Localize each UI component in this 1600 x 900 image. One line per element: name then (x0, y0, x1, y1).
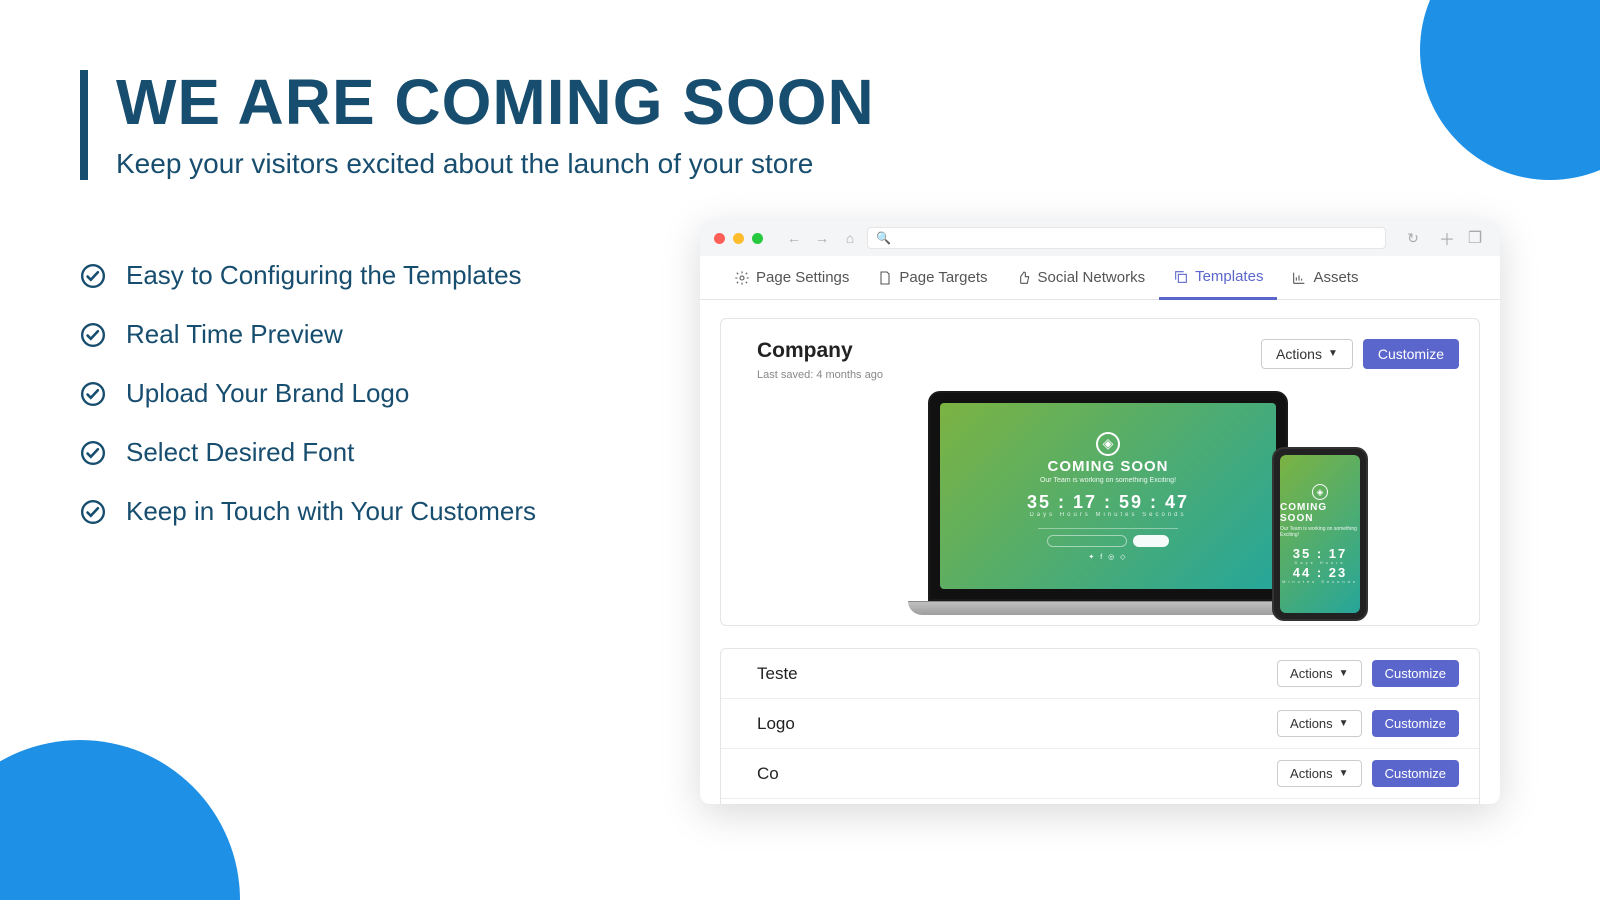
table-row: Teste Actions▼ Customize (721, 649, 1479, 699)
actions-dropdown[interactable]: Actions▼ (1277, 760, 1362, 787)
check-circle-icon (80, 499, 106, 525)
tabs-overview-button[interactable]: ❐ (1464, 227, 1486, 249)
chevron-down-icon: ▼ (1339, 719, 1349, 729)
feature-text: Select Desired Font (126, 437, 354, 468)
preview-countdown: 44 : 23 (1293, 565, 1347, 580)
chevron-down-icon: ▼ (1339, 769, 1349, 779)
tab-page-settings[interactable]: Page Settings (720, 256, 863, 299)
laptop-mockup: ◈ COMING SOON Our Team is working on som… (928, 391, 1288, 615)
chevron-down-icon: ▼ (1339, 669, 1349, 679)
actions-label: Actions (1276, 347, 1322, 361)
preview-countdown-labels: Days Hours Minutes Seconds (1029, 512, 1186, 518)
tab-label: Templates (1195, 268, 1263, 285)
preview-countdown: 35 : 17 : 59 : 47 (1027, 492, 1189, 513)
customize-button[interactable]: Customize (1372, 660, 1459, 687)
phone-mockup: ◈ COMING SOON Our Team is working on som… (1274, 449, 1366, 619)
tab-label: Social Networks (1038, 269, 1146, 286)
page-icon (877, 270, 893, 286)
selected-template-card: Company Last saved: 4 months ago Actions… (720, 318, 1480, 626)
last-saved-label: Last saved: 4 months ago (757, 369, 883, 381)
customize-button[interactable]: Customize (1363, 339, 1459, 369)
reload-button[interactable]: ↻ (1402, 227, 1424, 249)
decorative-blob-top-right (1420, 0, 1600, 180)
new-tab-button[interactable]: ＋ (1436, 227, 1458, 249)
chevron-down-icon: ▼ (1328, 349, 1338, 359)
tab-label: Page Targets (899, 269, 987, 286)
preview-subtitle: Our Team is working on something Excitin… (1280, 526, 1360, 538)
page-subtitle: Keep your visitors excited about the lau… (116, 148, 875, 180)
home-button[interactable]: ⌂ (839, 227, 861, 249)
copy-icon (1173, 269, 1189, 285)
minimize-window-icon[interactable] (733, 233, 744, 244)
customize-button[interactable]: Customize (1372, 710, 1459, 737)
feature-item: Real Time Preview (80, 319, 536, 350)
feature-text: Upload Your Brand Logo (126, 378, 409, 409)
tab-social-networks[interactable]: Social Networks (1002, 256, 1160, 299)
back-button[interactable]: ← (783, 227, 805, 249)
preview-title: COMING SOON (1280, 502, 1360, 524)
preview-countdown: 35 : 17 (1293, 546, 1347, 561)
forward-button[interactable]: → (811, 227, 833, 249)
browser-toolbar: ← → ⌂ 🔍 ↻ ＋ ❐ (700, 220, 1500, 256)
logo-icon: ◈ (1096, 432, 1120, 456)
thumbs-up-icon (1016, 270, 1032, 286)
logo-icon: ◈ (1312, 484, 1328, 500)
feature-item: Upload Your Brand Logo (80, 378, 536, 409)
feature-text: Easy to Configuring the Templates (126, 260, 522, 291)
decorative-blob-bottom-left (0, 740, 240, 900)
chart-icon (1291, 270, 1307, 286)
template-name: Co (757, 764, 779, 784)
app-tabs: Page Settings Page Targets Social Networ… (700, 256, 1500, 300)
feature-item: Keep in Touch with Your Customers (80, 496, 536, 527)
template-list: Teste Actions▼ Customize Logo Actions▼ C… (720, 648, 1480, 804)
template-preview: ◈ COMING SOON Our Team is working on som… (757, 391, 1459, 615)
check-circle-icon (80, 322, 106, 348)
feature-item: Select Desired Font (80, 437, 536, 468)
browser-window: ← → ⌂ 🔍 ↻ ＋ ❐ Page Settings Page Targets… (700, 220, 1500, 804)
close-window-icon[interactable] (714, 233, 725, 244)
actions-dropdown[interactable]: Actions▼ (1277, 660, 1362, 687)
template-name: Logo (757, 714, 795, 734)
preview-countdown-labels: Days Hours (1295, 560, 1346, 565)
tab-assets[interactable]: Assets (1277, 256, 1372, 299)
social-icons: ✦ f ◎ ◇ (1088, 553, 1127, 561)
customize-button[interactable]: Customize (1372, 760, 1459, 787)
window-controls (714, 233, 763, 244)
search-icon: 🔍 (876, 231, 891, 245)
tab-templates[interactable]: Templates (1159, 256, 1277, 300)
template-name: Company (757, 339, 883, 363)
feature-list: Easy to Configuring the Templates Real T… (80, 260, 536, 555)
feature-text: Keep in Touch with Your Customers (126, 496, 536, 527)
table-row: Logo Actions▼ Customize (721, 699, 1479, 749)
table-row: Co Actions▼ Customize (721, 749, 1479, 799)
actions-dropdown[interactable]: Actions▼ (1277, 710, 1362, 737)
feature-text: Real Time Preview (126, 319, 343, 350)
preview-countdown-labels: Minutes Seconds (1282, 579, 1358, 584)
check-circle-icon (80, 263, 106, 289)
check-circle-icon (80, 381, 106, 407)
preview-title: COMING SOON (1047, 458, 1168, 475)
gear-icon (734, 270, 750, 286)
template-name: Teste (757, 664, 798, 684)
actions-dropdown[interactable]: Actions ▼ (1261, 339, 1353, 369)
table-row: Company Actions▼ Customize (721, 799, 1479, 804)
tab-label: Page Settings (756, 269, 849, 286)
check-circle-icon (80, 440, 106, 466)
address-bar[interactable]: 🔍 (867, 227, 1386, 249)
page-title: WE ARE COMING SOON (116, 70, 875, 134)
tab-page-targets[interactable]: Page Targets (863, 256, 1001, 299)
customize-label: Customize (1378, 347, 1444, 361)
heading: WE ARE COMING SOON Keep your visitors ex… (80, 70, 875, 180)
maximize-window-icon[interactable] (752, 233, 763, 244)
tab-label: Assets (1313, 269, 1358, 286)
preview-subtitle: Our Team is working on something Excitin… (1040, 477, 1176, 484)
feature-item: Easy to Configuring the Templates (80, 260, 536, 291)
